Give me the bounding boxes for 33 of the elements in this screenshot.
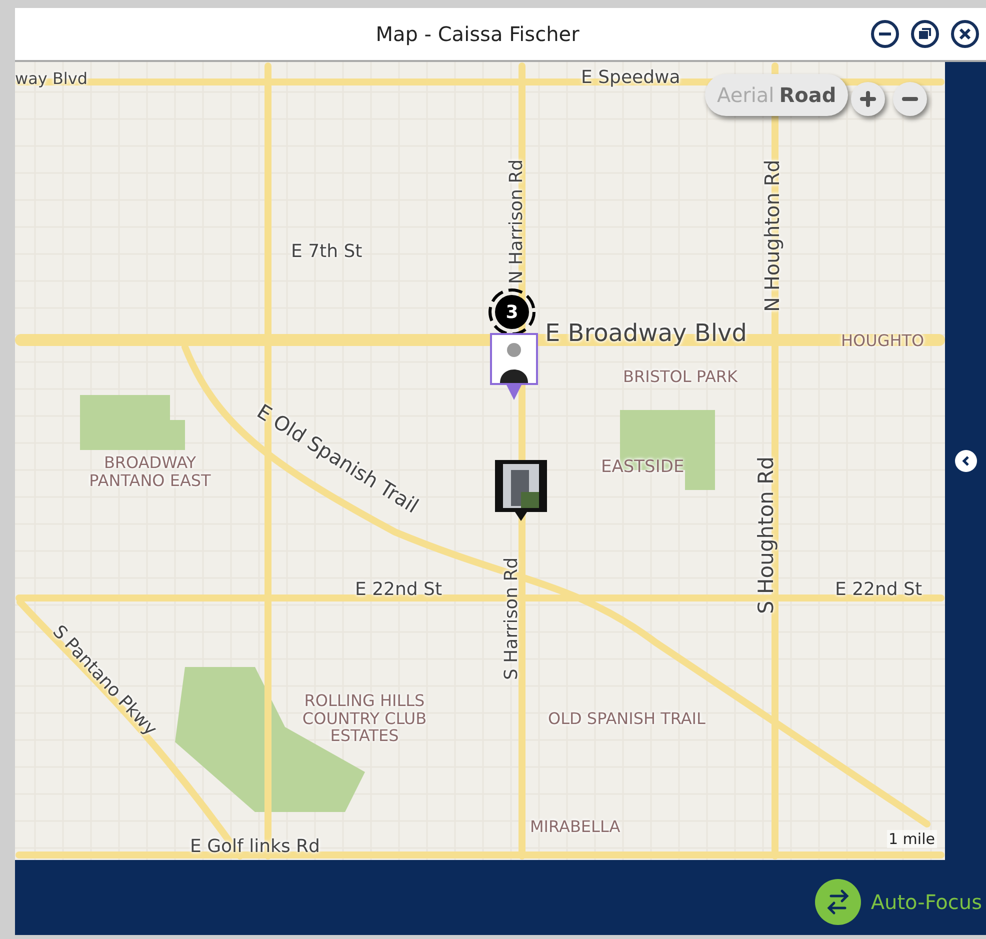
building-pin[interactable] — [495, 460, 547, 522]
chevron-left-icon — [960, 455, 970, 467]
area-label: MIRABELLA — [530, 818, 620, 836]
area-label: BROADWAY PANTANO EAST — [88, 454, 212, 490]
plus-icon — [859, 90, 877, 108]
street-label: E Golf links Rd — [190, 837, 320, 857]
auto-focus-button[interactable]: Auto-Focus — [814, 870, 986, 924]
restore-icon[interactable] — [910, 19, 940, 49]
swap-arrows-icon — [814, 878, 861, 924]
street-label: way Blvd — [15, 70, 88, 88]
street-label: E 22nd St — [355, 580, 442, 600]
street-label: E Broadway Blvd — [545, 320, 747, 346]
street-label: E Speedwa — [581, 68, 680, 88]
area-label: ROLLING HILLS COUNTRY CLUB ESTATES — [301, 692, 428, 745]
map-type-option[interactable]: Road — [779, 83, 836, 107]
street-label: N Harrison Rd — [507, 159, 527, 284]
collapse-button[interactable] — [954, 450, 976, 472]
window-title: Map - Caissa Fischer — [374, 22, 580, 46]
close-icon[interactable] — [950, 19, 980, 49]
area-label: BRISTOL PARK — [623, 368, 738, 386]
minus-icon — [901, 97, 919, 101]
minimize-icon[interactable] — [870, 19, 900, 49]
street-label: N Houghton Rd — [761, 160, 783, 312]
area-label: OLD SPANISH TRAIL — [548, 710, 706, 728]
map-scale: 1 mile — [886, 830, 937, 848]
street-label: S Harrison Rd — [502, 557, 522, 680]
street-label: S Houghton Rd — [755, 456, 778, 614]
street-label: E 22nd St — [835, 580, 922, 600]
cluster-marker[interactable] — [488, 288, 536, 336]
cluster-count: 3 — [504, 302, 520, 323]
street-label: E 7th St — [291, 242, 362, 262]
person-pin[interactable] — [490, 333, 538, 401]
area-label: HOUGHTO — [841, 332, 924, 350]
